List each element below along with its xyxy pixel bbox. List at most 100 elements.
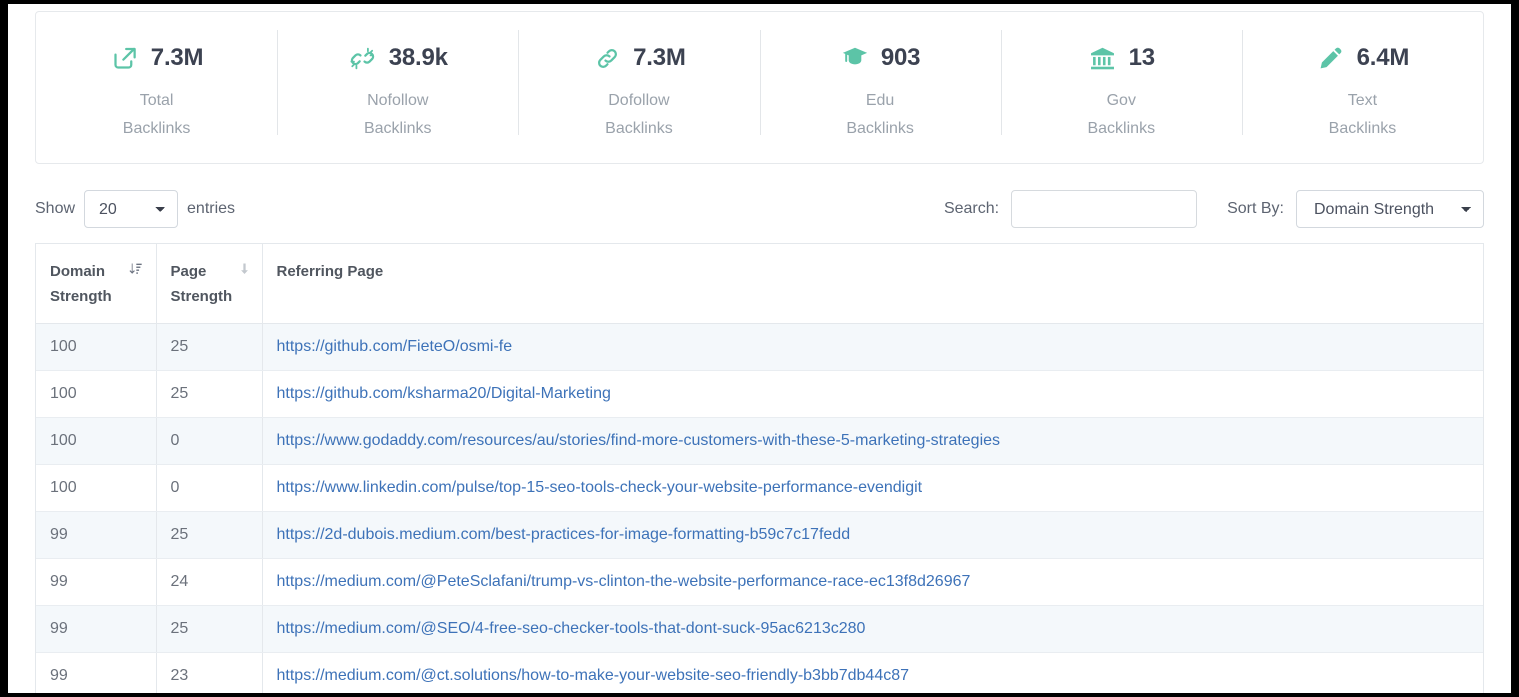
- stat-label-line1: Total: [140, 92, 174, 109]
- stat-label-line1: Dofollow: [608, 92, 669, 109]
- entries-select[interactable]: 20: [84, 190, 178, 228]
- cell-domain-strength: 100: [36, 418, 156, 465]
- cell-page-strength: 25: [156, 606, 262, 653]
- referring-page-link[interactable]: https://medium.com/@PeteSclafani/trump-v…: [277, 573, 971, 590]
- column-header-domain-strength[interactable]: Domain Strength: [36, 244, 156, 324]
- browser-viewport: 7.3M Total Backlinks: [8, 4, 1511, 693]
- stat-label-line2: Backlinks: [1087, 120, 1155, 137]
- cell-referring-page: https://medium.com/@SEO/4-free-seo-check…: [262, 606, 1483, 653]
- column-header-page-strength[interactable]: Page Strength: [156, 244, 262, 324]
- table-row: 10025 https://github.com/ksharma20/Digita…: [36, 371, 1483, 418]
- column-header-label: Referring Page: [277, 259, 1470, 284]
- stat-value: 7.3M: [633, 44, 686, 72]
- referring-page-link[interactable]: https://github.com/ksharma20/Digital-Mar…: [277, 385, 611, 402]
- stat-label-line2: Backlinks: [605, 120, 673, 137]
- cell-domain-strength: 99: [36, 653, 156, 694]
- cell-domain-strength: 99: [36, 559, 156, 606]
- table-row: 9925 https://medium.com/@SEO/4-free-seo-c…: [36, 606, 1483, 653]
- stat-top-row: 6.4M: [1316, 37, 1410, 79]
- cell-referring-page: https://github.com/FieteO/osmi-fe: [262, 324, 1483, 371]
- stat-label-line2: Backlinks: [123, 120, 191, 137]
- sort-amount-down-icon: [129, 262, 142, 276]
- graduation-cap-icon: [840, 43, 870, 73]
- stat-label-line1: Edu: [866, 92, 894, 109]
- sort-by-select[interactable]: Domain Strength: [1296, 190, 1484, 228]
- stat-value: 6.4M: [1357, 44, 1410, 72]
- table-row: 1000 https://www.linkedin.com/pulse/top-1…: [36, 465, 1483, 512]
- stat-gov-backlinks: 13 Gov Backlinks: [1001, 12, 1242, 163]
- cell-referring-page: https://medium.com/@PeteSclafani/trump-v…: [262, 559, 1483, 606]
- stat-label: Edu Backlinks: [846, 87, 914, 143]
- stat-label: Text Backlinks: [1329, 87, 1397, 143]
- column-header-referring-page[interactable]: Referring Page: [262, 244, 1483, 324]
- cell-page-strength: 25: [156, 324, 262, 371]
- cell-referring-page: https://medium.com/@ct.solutions/how-to-…: [262, 653, 1483, 694]
- cell-page-strength: 25: [156, 371, 262, 418]
- cell-page-strength: 0: [156, 418, 262, 465]
- cell-page-strength: 24: [156, 559, 262, 606]
- stat-label-line2: Backlinks: [846, 120, 914, 137]
- entries-label: entries: [187, 200, 235, 218]
- broken-link-icon: [348, 43, 378, 73]
- stat-top-row: 13: [1088, 37, 1155, 79]
- backlinks-table: Domain Strength: [36, 244, 1483, 693]
- stat-label-line1: Gov: [1107, 92, 1136, 109]
- column-header-label: Page Strength: [171, 259, 233, 309]
- referring-page-link[interactable]: https://www.godaddy.com/resources/au/sto…: [277, 432, 1001, 449]
- cell-page-strength: 25: [156, 512, 262, 559]
- cell-page-strength: 0: [156, 465, 262, 512]
- stat-total-backlinks: 7.3M Total Backlinks: [36, 12, 277, 163]
- cell-domain-strength: 99: [36, 606, 156, 653]
- backlinks-page: 7.3M Total Backlinks: [8, 4, 1511, 693]
- referring-page-link[interactable]: https://medium.com/@SEO/4-free-seo-check…: [277, 620, 866, 637]
- stat-label-line1: Text: [1348, 92, 1377, 109]
- arrow-down-icon: [238, 262, 251, 276]
- link-icon: [592, 43, 622, 73]
- table-row: 10025https://github.com/FieteO/osmi-fe: [36, 324, 1483, 371]
- stat-value: 7.3M: [151, 44, 204, 72]
- table-row: 9924 https://medium.com/@PeteSclafani/tru…: [36, 559, 1483, 606]
- cell-referring-page: https://2d-dubois.medium.com/best-practi…: [262, 512, 1483, 559]
- show-entries-control: Show 20 entries: [35, 190, 235, 228]
- bank-icon: [1088, 43, 1118, 73]
- table-body: 10025https://github.com/FieteO/osmi-fe10…: [36, 324, 1483, 694]
- referring-page-link[interactable]: https://www.linkedin.com/pulse/top-15-se…: [277, 479, 923, 496]
- stat-label: Dofollow Backlinks: [605, 87, 673, 143]
- stat-value: 903: [881, 44, 920, 72]
- stat-edu-backlinks: 903 Edu Backlinks: [760, 12, 1001, 163]
- referring-page-link[interactable]: https://github.com/FieteO/osmi-fe: [277, 338, 513, 355]
- stat-value: 13: [1129, 44, 1155, 72]
- cell-domain-strength: 99: [36, 512, 156, 559]
- stat-label: Nofollow Backlinks: [364, 87, 432, 143]
- search-input[interactable]: [1011, 190, 1197, 228]
- stat-label-line1: Nofollow: [367, 92, 428, 109]
- sort-by-label: Sort By:: [1227, 200, 1284, 218]
- cell-referring-page: https://www.godaddy.com/resources/au/sto…: [262, 418, 1483, 465]
- backlinks-table-container: Domain Strength: [35, 243, 1484, 693]
- table-head: Domain Strength: [36, 244, 1483, 324]
- stat-label-line2: Backlinks: [1329, 120, 1397, 137]
- cell-domain-strength: 100: [36, 465, 156, 512]
- referring-page-link[interactable]: https://medium.com/@ct.solutions/how-to-…: [277, 667, 910, 684]
- table-row: 1000 https://www.godaddy.com/resources/au…: [36, 418, 1483, 465]
- column-header-label: Domain Strength: [50, 259, 123, 309]
- table-controls: Show 20 entries Search: Sort By: Domain …: [35, 189, 1484, 229]
- cell-referring-page: https://github.com/ksharma20/Digital-Mar…: [262, 371, 1483, 418]
- stat-top-row: 7.3M: [592, 37, 686, 79]
- backlink-stats-card: 7.3M Total Backlinks: [35, 11, 1484, 164]
- stat-label: Total Backlinks: [123, 87, 191, 143]
- external-link-icon: [110, 43, 140, 73]
- table-row: 9923https://medium.com/@ct.solutions/how…: [36, 653, 1483, 694]
- stat-nofollow-backlinks: 38.9k Nofollow Backlinks: [277, 12, 518, 163]
- stat-label: Gov Backlinks: [1087, 87, 1155, 143]
- stat-dofollow-backlinks: 7.3M Dofollow Backlinks: [518, 12, 759, 163]
- table-row: 9925 https://2d-dubois.medium.com/best-pr…: [36, 512, 1483, 559]
- search-and-sort-controls: Search: Sort By: Domain Strength: [944, 190, 1484, 228]
- show-label: Show: [35, 200, 75, 218]
- stat-label-line2: Backlinks: [364, 120, 432, 137]
- stat-top-row: 7.3M: [110, 37, 204, 79]
- pencil-icon: [1316, 43, 1346, 73]
- referring-page-link[interactable]: https://2d-dubois.medium.com/best-practi…: [277, 526, 851, 543]
- stat-value: 38.9k: [389, 44, 448, 72]
- cell-domain-strength: 100: [36, 371, 156, 418]
